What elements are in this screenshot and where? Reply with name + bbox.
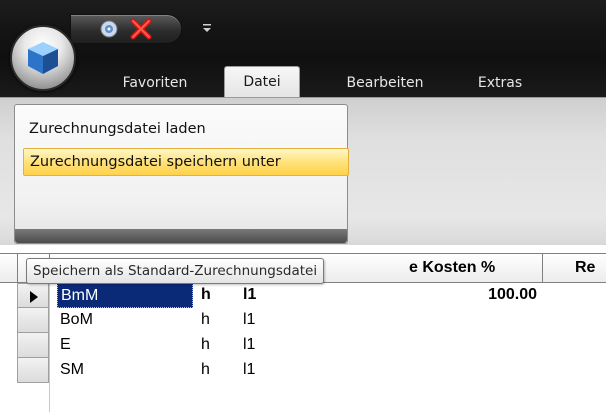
- cell-level[interactable]: l1: [243, 283, 283, 308]
- column-header-kosten[interactable]: e Kosten %: [407, 254, 543, 282]
- cell-code[interactable]: E: [57, 333, 193, 358]
- cell-percent[interactable]: 100.00: [407, 283, 537, 308]
- cell-code[interactable]: SM: [57, 358, 193, 383]
- row-header[interactable]: [17, 283, 49, 308]
- cell-percent[interactable]: [407, 308, 537, 333]
- table-row[interactable]: E h l1: [0, 333, 606, 358]
- row-header[interactable]: [17, 358, 49, 383]
- tab-extras[interactable]: Extras: [465, 69, 535, 97]
- column-separator: [17, 254, 18, 282]
- customize-dropdown-icon[interactable]: [200, 20, 214, 36]
- file-group: Zurechnungsdatei laden Zurechnungsdatei …: [14, 104, 349, 244]
- group-footer: [15, 229, 347, 243]
- disc-icon[interactable]: [95, 17, 123, 41]
- load-assignment-file-button[interactable]: Zurechnungsdatei laden: [23, 115, 343, 143]
- cell-level[interactable]: l1: [243, 308, 283, 333]
- tab-bearbeiten[interactable]: Bearbeiten: [320, 69, 450, 97]
- cell-unit[interactable]: h: [201, 333, 241, 358]
- row-header[interactable]: [17, 333, 49, 358]
- cell-code[interactable]: BoM: [57, 308, 193, 333]
- cell-code[interactable]: BmM: [57, 283, 193, 308]
- application-orb-button[interactable]: [10, 25, 76, 91]
- current-row-arrow-icon: [30, 291, 38, 303]
- column-header-rep[interactable]: Re: [575, 254, 606, 282]
- table-row[interactable]: BmM h l1 100.00: [0, 283, 606, 308]
- tooltip: Speichern als Standard-Zurechnungsdatei: [26, 258, 325, 284]
- title-bar: Favoriten Datei Bearbeiten Extras: [0, 0, 606, 98]
- table-row[interactable]: SM h l1: [0, 358, 606, 383]
- table-row[interactable]: BoM h l1: [0, 308, 606, 333]
- cell-unit[interactable]: h: [201, 308, 241, 333]
- quick-access-toolbar: [70, 14, 182, 44]
- cell-level[interactable]: l1: [243, 333, 283, 358]
- tab-favoriten[interactable]: Favoriten: [100, 69, 210, 97]
- row-header[interactable]: [17, 308, 49, 333]
- red-x-icon[interactable]: [127, 17, 155, 41]
- cell-unit[interactable]: h: [201, 358, 241, 383]
- save-assignment-file-as-button[interactable]: Zurechnungsdatei speichern unter: [23, 148, 349, 176]
- cell-unit[interactable]: h: [201, 283, 241, 308]
- tab-datei[interactable]: Datei: [224, 66, 300, 98]
- cell-percent[interactable]: [407, 358, 537, 383]
- cell-level[interactable]: l1: [243, 358, 283, 383]
- cell-percent[interactable]: [407, 333, 537, 358]
